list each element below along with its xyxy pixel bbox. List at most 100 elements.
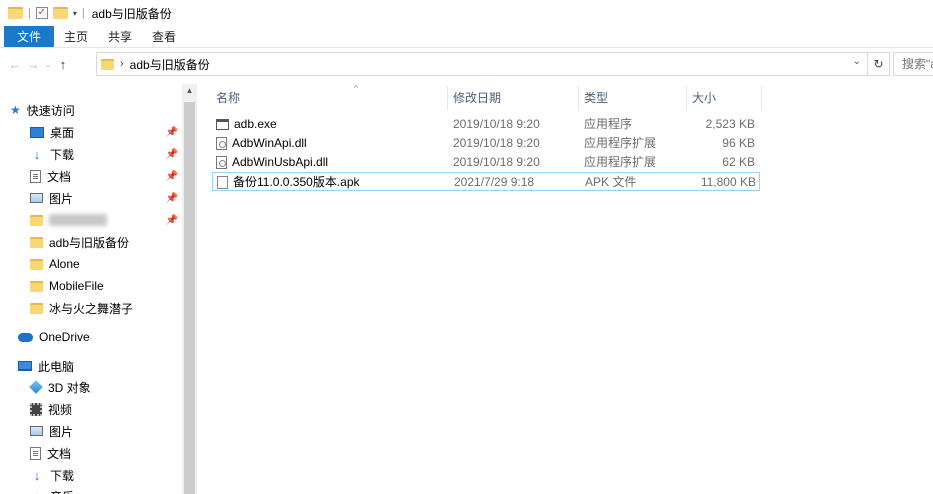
folder-icon [30,280,43,292]
forward-icon[interactable]: → [24,57,42,72]
nav-pictures[interactable]: 图片 📌 [30,188,182,208]
file-row[interactable]: 备份11.0.0.350版本.apk 2021/7/29 9:18 APK 文件 11… [212,172,760,191]
music-icon: ♪ [30,489,44,494]
nav-label: 文档 [47,446,72,461]
tab-home[interactable]: 主页 [54,26,98,47]
folder-icon [30,214,43,226]
folder-icon [101,58,114,70]
nav-downloads[interactable]: ↓ 下载 📌 [30,144,182,164]
column-header-name[interactable]: 名称 [212,86,448,110]
file-type: 应用程序扩展 [584,136,657,150]
file-row[interactable]: AdbWinApi.dll 2019/10/18 9:20 应用程序扩展 96 KB [212,134,760,153]
exe-icon [216,119,229,130]
nav-label: 此电脑 [38,359,75,374]
file-row[interactable]: adb.exe 2019/10/18 9:20 应用程序 2,523 KB [212,115,760,134]
file-size: 62 KB [722,155,755,169]
dll-icon [216,156,227,169]
tab-share[interactable]: 共享 [98,26,142,47]
folder-icon [8,7,23,19]
nav-quick-access[interactable]: ★ 快速访问 [10,100,182,120]
nav-label: 桌面 [50,125,75,140]
file-name: AdbWinUsbApi.dll [232,155,329,169]
column-header-size[interactable]: 大小 [688,86,762,110]
file-type: APK 文件 [585,175,637,189]
nav-label: 视频 [48,402,73,417]
tab-view[interactable]: 查看 [142,26,186,47]
file-name-cell[interactable]: AdbWinApi.dll [216,134,307,153]
nav-folder-adb[interactable]: adb与旧版备份 [30,232,182,252]
dll-icon [216,137,227,150]
column-header-type[interactable]: 类型 [580,86,687,110]
nav-documents[interactable]: 文档 📌 [30,166,182,186]
file-name-cell[interactable]: adb.exe [216,115,277,134]
pin-icon: 📌 [165,148,178,160]
file-date: 2019/10/18 9:20 [453,155,540,169]
chevron-right-icon[interactable]: › [120,58,124,70]
tab-file[interactable]: 文件 [4,26,55,47]
file-type: 应用程序 [584,117,633,131]
nav-label: 3D 对象 [48,380,91,395]
nav-label: MobileFile [49,279,104,293]
nav-label: 图片 [49,424,74,439]
cloud-icon [18,332,33,342]
nav-desktop[interactable]: 桌面 📌 [30,122,182,142]
folder-icon [30,302,43,314]
nav-music[interactable]: ♪ 音乐 [30,486,182,494]
folder-icon [30,258,43,270]
download-icon: ↓ [33,146,41,162]
up-icon[interactable]: ↑ [54,57,72,72]
refresh-button[interactable]: ↻ [868,52,890,76]
star-icon: ★ [10,103,21,117]
nav-folder-alone[interactable]: Alone [30,254,182,274]
nav-scrollbar[interactable]: ▲ [182,84,197,494]
nav-pc-documents[interactable]: 文档 [30,443,182,463]
file-date: 2019/10/18 9:20 [453,117,540,131]
file-date: 2019/10/18 9:20 [453,136,540,150]
download-icon: ↓ [33,467,41,483]
address-bar[interactable]: › adb与旧版备份 ⌄ [96,52,868,76]
nav-label: 音乐 [50,488,74,494]
chevron-down-icon[interactable]: ⌄ [853,56,861,67]
scroll-up-icon[interactable]: ▲ [182,86,197,95]
file-row[interactable]: AdbWinUsbApi.dll 2019/10/18 9:20 应用程序扩展 62 … [212,153,760,172]
nav-label: 快速访问 [26,103,75,118]
nav-3d-objects[interactable]: 3D 对象 [29,377,182,397]
new-folder-icon[interactable] [52,7,68,19]
pin-icon: 📌 [165,170,178,182]
cube-icon [29,380,43,394]
file-size: 96 KB [722,136,755,150]
column-header-date[interactable]: 修改日期 [449,86,579,110]
navigation-pane: ★ 快速访问 桌面 📌 ↓ 下载 📌 文档 📌 图片 📌 📌 adb与旧版备份 … [0,84,182,494]
pictures-icon [30,193,43,203]
recent-locations-icon[interactable]: ⌄ [42,60,54,69]
nav-label: 下载 [50,147,75,162]
scroll-thumb[interactable] [184,102,195,494]
nav-pc-pictures[interactable]: 图片 [30,421,182,441]
search-input[interactable]: 搜索"adb与旧版备份" [893,52,933,76]
nav-label: adb与旧版备份 [49,235,130,250]
nav-folder-dance[interactable]: 冰与火之舞潜子 [30,298,182,318]
nav-videos[interactable]: 视频 [30,399,182,419]
properties-icon[interactable]: ✓ [35,7,48,19]
file-type: 应用程序扩展 [584,155,657,169]
nav-label: 下载 [50,468,75,483]
pictures-icon [30,426,43,436]
address-path[interactable]: adb与旧版备份 [130,56,210,73]
separator: | [28,7,31,19]
nav-onedrive[interactable]: OneDrive [18,327,182,347]
customize-quick-access-icon[interactable]: ▾ [73,9,77,18]
nav-pc-downloads[interactable]: ↓ 下载 [30,465,182,485]
file-name-cell[interactable]: AdbWinUsbApi.dll [216,153,328,172]
file-name: adb.exe [234,117,277,131]
pin-icon: 📌 [165,214,178,226]
address-row: ← → ⌄ ↑ › adb与旧版备份 ⌄ ↻ 搜索"adb与旧版备份" [0,52,933,76]
file-name-cell[interactable]: 备份11.0.0.350版本.apk [217,173,360,192]
nav-folder-mobilefile[interactable]: MobileFile [30,276,182,296]
nav-folder-redacted[interactable]: 📌 [30,210,182,230]
nav-label: 图片 [49,191,74,206]
pin-icon: 📌 [165,192,178,204]
nav-this-pc[interactable]: 此电脑 [18,356,182,376]
ribbon-tabs: 文件 主页 共享 查看 [0,26,933,48]
document-icon [30,169,41,183]
back-icon[interactable]: ← [6,57,24,72]
